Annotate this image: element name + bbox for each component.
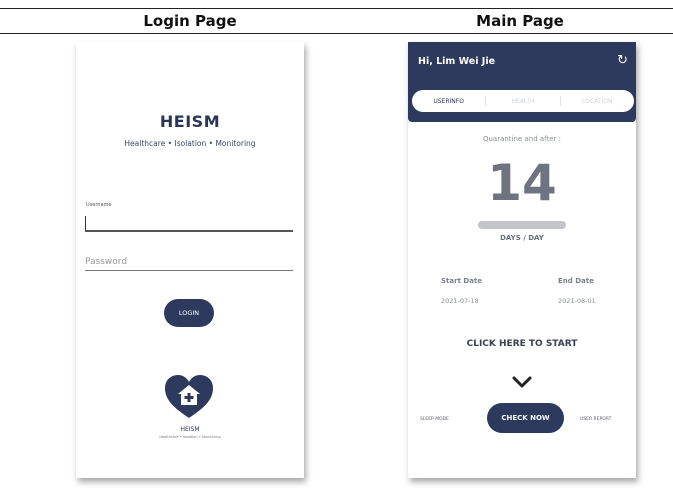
login-button[interactable]: LOGIN: [164, 299, 214, 327]
tab-location[interactable]: LOCATION: [561, 98, 634, 105]
login-screen: HEISM Healthcare • Isolation • Monitorin…: [76, 42, 304, 478]
username-input[interactable]: [85, 212, 293, 232]
heism-logo-icon: [165, 375, 213, 418]
sleep-mode-button[interactable]: SLEEP MODE: [420, 417, 449, 422]
app-header: Hi, Lim Wei Jie ↻ USERINFO HEALTH LOCATI…: [408, 42, 636, 122]
table-top-rule: [0, 8, 673, 9]
chevron-down-icon[interactable]: [512, 376, 532, 388]
greeting-text: Hi, Lim Wei Jie: [418, 56, 496, 67]
start-date-value: 2021-07-18: [441, 297, 479, 305]
progress-fill: [478, 221, 566, 229]
main-screen: Hi, Lim Wei Jie ↻ USERINFO HEALTH LOCATI…: [408, 42, 636, 478]
user-report-button[interactable]: USER REPORT: [580, 417, 611, 422]
days-counter: 14: [487, 154, 557, 212]
logo-tagline: Healthcare • Isolation • Monitoring: [159, 435, 221, 439]
tab-bar: USERINFO HEALTH LOCATION: [412, 90, 634, 112]
password-input[interactable]: [85, 253, 293, 271]
refresh-icon[interactable]: ↻: [617, 53, 628, 68]
logo-name: HEISM: [180, 426, 200, 433]
login-column-heading: Login Page: [143, 12, 237, 30]
text-cursor: [85, 216, 86, 230]
app-title: HEISM: [159, 112, 221, 131]
tab-userinfo[interactable]: USERINFO: [412, 98, 485, 105]
click-to-start-text[interactable]: CLICK HERE TO START: [408, 339, 636, 349]
main-column-heading: Main Page: [476, 12, 564, 30]
username-label: Username: [86, 202, 112, 208]
table-header-rule: [0, 33, 673, 34]
check-now-button[interactable]: CHECK NOW: [487, 403, 564, 433]
quarantine-label: Quarantine and after :: [482, 135, 562, 143]
app-tagline: Healthcare • Isolation • Monitoring: [124, 139, 256, 148]
days-unit: DAYS / DAY: [500, 234, 544, 242]
quarantine-progress-bar: [478, 221, 566, 229]
tab-health[interactable]: HEALTH: [486, 98, 559, 105]
start-date-label: Start Date: [441, 277, 482, 285]
end-date-value: 2021-08-01: [558, 297, 596, 305]
end-date-label: End Date: [558, 277, 594, 285]
